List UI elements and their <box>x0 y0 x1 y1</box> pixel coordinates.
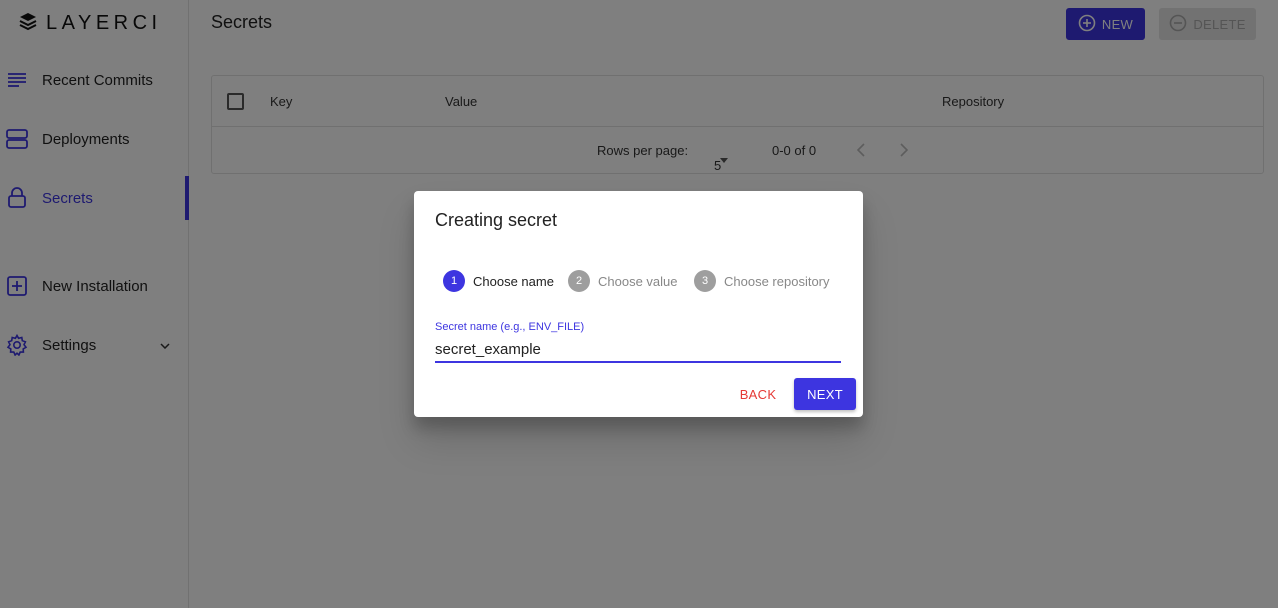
app-root: LAYERCI Recent Commits Deployments Secre… <box>0 0 1278 608</box>
step-choose-repository: 3 Choose repository <box>694 270 830 292</box>
dialog-title: Creating secret <box>435 210 558 230</box>
step-number: 3 <box>694 270 716 292</box>
create-secret-dialog: Creating secret 1 Choose name 2 Choose v… <box>414 191 863 417</box>
step-label: Choose name <box>473 273 554 289</box>
next-button[interactable]: NEXT <box>794 378 856 410</box>
step-choose-value: 2 Choose value <box>568 270 678 292</box>
secret-name-label: Secret name (e.g., ENV_FILE) <box>435 321 585 333</box>
step-label: Choose value <box>598 273 678 289</box>
secret-name-input[interactable] <box>435 337 841 363</box>
step-number: 2 <box>568 270 590 292</box>
step-label: Choose repository <box>724 273 830 289</box>
back-button[interactable]: BACK <box>730 378 786 410</box>
step-choose-name: 1 Choose name <box>443 270 554 292</box>
step-number: 1 <box>443 270 465 292</box>
